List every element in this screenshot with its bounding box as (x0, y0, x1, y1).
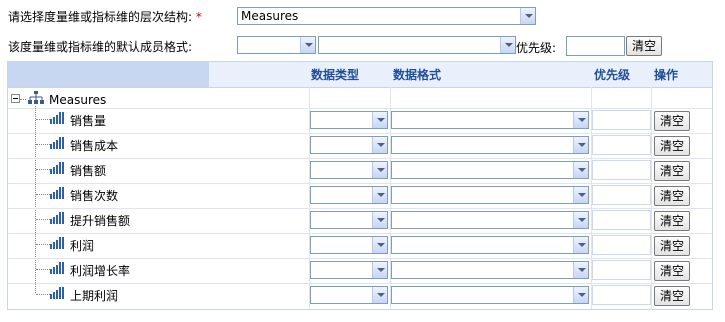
chevron-down-icon[interactable] (573, 162, 588, 178)
bar-chart-icon (50, 187, 64, 199)
default-format-label: 该度量维或指标维的默认成员格式: (8, 40, 193, 54)
default-type-select[interactable] (237, 36, 316, 54)
clear-button[interactable]: 清空 (626, 36, 662, 56)
data-format-select[interactable] (391, 136, 589, 154)
chevron-down-icon[interactable] (372, 187, 387, 203)
chevron-down-icon[interactable] (573, 212, 588, 228)
tree-root-label: Measures (49, 93, 107, 107)
chevron-down-icon[interactable] (500, 37, 515, 53)
clear-row-button[interactable]: 清空 (654, 186, 690, 206)
clear-row-button[interactable]: 清空 (654, 261, 690, 281)
required-mark: * (195, 10, 202, 24)
data-type-select[interactable] (310, 111, 388, 129)
data-format-select[interactable] (391, 286, 589, 304)
chevron-down-icon[interactable] (573, 262, 588, 278)
clear-row-button[interactable]: 清空 (654, 236, 690, 256)
chevron-down-icon[interactable] (372, 237, 387, 253)
data-type-select[interactable] (310, 261, 388, 279)
priority-cell-input[interactable] (592, 160, 651, 180)
chevron-down-icon[interactable] (573, 137, 588, 153)
priority-cell-input[interactable] (592, 285, 651, 305)
bar-chart-icon (50, 237, 64, 249)
priority-cell-input[interactable] (592, 110, 651, 130)
hierarchy-label: 请选择度量维或指标维的层次结构: * (8, 10, 202, 24)
chevron-down-icon[interactable] (372, 287, 387, 303)
row-label: 上期利润 (70, 289, 119, 303)
row-label: 销售成本 (70, 139, 119, 153)
hierarchy-icon (28, 91, 44, 104)
priority-cell-input[interactable] (592, 210, 651, 230)
data-format-select[interactable] (391, 111, 589, 129)
data-type-select[interactable] (310, 136, 388, 154)
chevron-down-icon[interactable] (372, 162, 387, 178)
bar-chart-icon (50, 112, 64, 124)
clear-row-button[interactable]: 清空 (654, 111, 690, 131)
collapse-toggle-icon[interactable] (11, 94, 20, 103)
header-data-type: 数据类型 (311, 68, 360, 82)
row-label: 销售次数 (70, 189, 119, 203)
priority-label: 优先级: (516, 41, 557, 55)
header-priority: 优先级 (594, 68, 631, 82)
bar-chart-icon (50, 287, 64, 299)
data-format-select[interactable] (391, 161, 589, 179)
clear-row-button[interactable]: 清空 (654, 211, 690, 231)
bar-chart-icon (50, 262, 64, 274)
chevron-down-icon[interactable] (372, 262, 387, 278)
data-type-select[interactable] (310, 161, 388, 179)
chevron-down-icon[interactable] (372, 212, 387, 228)
row-label: 利润 (70, 239, 95, 253)
data-type-select[interactable] (310, 236, 388, 254)
data-type-select[interactable] (310, 286, 388, 304)
default-format-select[interactable] (318, 36, 516, 54)
clear-row-button[interactable]: 清空 (654, 161, 690, 181)
chevron-down-icon[interactable] (372, 112, 387, 128)
chevron-down-icon[interactable] (573, 287, 588, 303)
hierarchy-select[interactable]: Measures (237, 7, 536, 25)
data-format-select[interactable] (391, 236, 589, 254)
chevron-down-icon[interactable] (573, 112, 588, 128)
data-format-select[interactable] (391, 211, 589, 229)
priority-cell-input[interactable] (592, 185, 651, 205)
chevron-down-icon[interactable] (573, 187, 588, 203)
bar-chart-icon (50, 212, 64, 224)
row-label: 销售额 (70, 164, 107, 178)
header-action: 操作 (654, 68, 679, 82)
chevron-down-icon[interactable] (372, 137, 387, 153)
bar-chart-icon (50, 137, 64, 149)
data-type-select[interactable] (310, 186, 388, 204)
header-data-format: 数据格式 (393, 68, 442, 82)
bar-chart-icon (50, 162, 64, 174)
hierarchy-select-value: Measures (241, 9, 299, 23)
data-type-select[interactable] (310, 211, 388, 229)
chevron-down-icon[interactable] (520, 8, 535, 24)
row-label: 利润增长率 (70, 264, 131, 278)
priority-cell-input[interactable] (592, 260, 651, 280)
clear-row-button[interactable]: 清空 (654, 136, 690, 156)
chevron-down-icon[interactable] (573, 237, 588, 253)
clear-row-button[interactable]: 清空 (654, 286, 690, 306)
priority-cell-input[interactable] (592, 135, 651, 155)
chevron-down-icon[interactable] (300, 37, 315, 53)
table-header: 数据类型 数据格式 优先级 操作 (8, 62, 712, 88)
measures-table: 数据类型 数据格式 优先级 操作 Measures 销售量 清空 销售成本 清空… (7, 61, 713, 310)
data-format-select[interactable] (391, 261, 589, 279)
row-label: 销售量 (70, 114, 107, 128)
priority-input[interactable] (566, 36, 625, 56)
priority-cell-input[interactable] (592, 235, 651, 255)
data-format-select[interactable] (391, 186, 589, 204)
row-label: 提升销售额 (70, 214, 131, 228)
